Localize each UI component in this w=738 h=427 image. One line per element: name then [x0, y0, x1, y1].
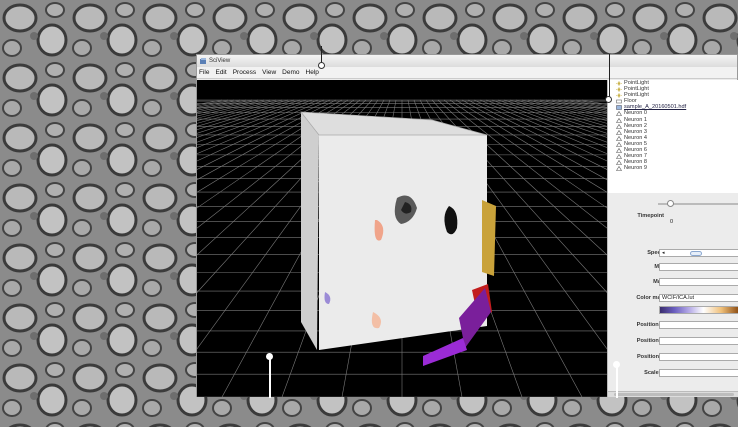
tree-item-label: Neuron 8	[624, 159, 648, 166]
window-title: SciView	[209, 58, 231, 64]
menu-help[interactable]: Help	[306, 69, 319, 76]
tree-item-label: Neuron 3	[624, 128, 648, 135]
tree-item-label: PointLight	[624, 86, 649, 93]
mesh-icon	[615, 166, 623, 172]
position-x-label: Position X	[636, 322, 664, 328]
position-z-label: Position Z	[636, 354, 664, 360]
scene-tree[interactable]: PointLight PointLight PointLight Floor sampl…	[607, 80, 738, 193]
min-field[interactable]	[659, 263, 738, 271]
timepoint-label: Timepoint	[637, 213, 664, 219]
properties-panel: Timepoint 0 Speed ◂ Min Max Color map WC…	[607, 193, 738, 397]
app-icon	[200, 58, 206, 64]
tree-item-label: sample_A_20160501.hdf	[624, 104, 687, 111]
sciview-window: SciView File Edit Process View Demo Help	[196, 54, 738, 397]
tree-item-label: Neuron 7	[624, 153, 648, 160]
min-label: Min	[608, 264, 664, 270]
timepoint-value: 0	[670, 219, 674, 225]
menu-edit[interactable]: Edit	[215, 69, 226, 76]
callout-marker-viewport	[266, 353, 273, 360]
callout-line-properties	[616, 365, 618, 398]
volume-render	[300, 111, 496, 366]
tree-item-label: Neuron 1	[624, 116, 648, 123]
scrollbar-thumb[interactable]	[614, 393, 734, 396]
position-y-label: Position Y	[636, 338, 664, 344]
tree-item-label: Neuron 5	[624, 140, 648, 147]
menu-demo[interactable]: Demo	[282, 69, 299, 76]
position-z-field[interactable]	[659, 353, 738, 361]
callout-marker-properties	[613, 361, 620, 368]
scale-x-field[interactable]	[659, 369, 738, 377]
colormap-select[interactable]: WCIF/ICA.lut	[659, 294, 738, 302]
tree-item-label: Neuron 4	[624, 134, 648, 141]
tree-item-label: Neuron 2	[624, 122, 648, 129]
horizontal-scrollbar[interactable]	[608, 391, 738, 397]
speed-slider-thumb[interactable]	[690, 251, 702, 256]
colormap-preview	[659, 306, 738, 314]
3d-viewport[interactable]	[197, 80, 607, 397]
tree-item-label: Neuron 9	[624, 165, 648, 172]
timepoint-slider-knob[interactable]	[667, 200, 674, 207]
callout-line-tree	[609, 54, 610, 98]
tree-item-label: Floor	[624, 98, 637, 105]
speed-slider[interactable]: ◂	[659, 249, 738, 257]
max-field[interactable]	[659, 278, 738, 286]
tree-item-label: Neuron 0	[624, 110, 648, 117]
menu-file[interactable]: File	[199, 69, 209, 76]
colormap-label: Color map	[636, 295, 664, 301]
callout-line-viewport	[269, 358, 271, 398]
menu-view[interactable]: View	[262, 69, 276, 76]
menu-bar: File Edit Process View Demo Help	[197, 67, 737, 79]
position-y-field[interactable]	[659, 337, 738, 345]
position-x-field[interactable]	[659, 321, 738, 329]
tree-item-label: PointLight	[624, 92, 649, 99]
speed-label: Speed	[647, 250, 664, 256]
tree-item-label: Neuron 6	[624, 147, 648, 154]
callout-marker-tree	[605, 96, 612, 103]
tree-item-label: PointLight	[624, 80, 649, 86]
callout-marker-window	[318, 62, 325, 69]
max-label: Max	[608, 279, 664, 285]
title-bar[interactable]: SciView	[197, 55, 737, 67]
tree-item[interactable]: Neuron 9	[608, 165, 738, 171]
speed-decrement-icon[interactable]: ◂	[662, 250, 665, 256]
menu-process[interactable]: Process	[233, 69, 256, 76]
